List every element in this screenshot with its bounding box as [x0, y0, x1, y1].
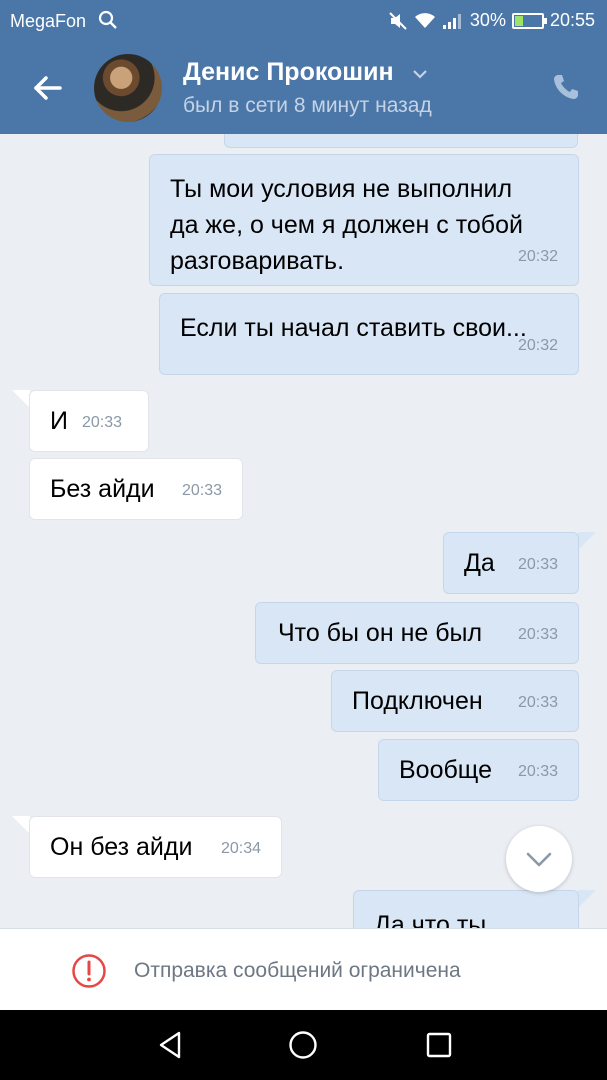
- message-bubble-outgoing[interactable]: Ты мои условия не выполнил да же, о чем …: [149, 154, 579, 286]
- bubble-tail: [12, 816, 30, 834]
- chat-header: Денис Прокошин был в сети 8 минут назад: [0, 42, 607, 134]
- status-bar: MegaFon 30% 20:55: [0, 0, 607, 42]
- system-nav-bar: [0, 1010, 607, 1080]
- chevron-down-icon: [526, 852, 552, 867]
- message-bubble-incoming[interactable]: И 20:33: [29, 390, 149, 452]
- message-bubble-partial[interactable]: [224, 134, 578, 148]
- avatar[interactable]: [94, 54, 162, 122]
- message-text: Да: [464, 549, 495, 577]
- message-bubble-outgoing[interactable]: Вообще 20:33: [378, 739, 579, 801]
- message-text: И: [50, 407, 68, 435]
- carrier-label: MegaFon: [10, 11, 87, 31]
- message-time: 20:33: [517, 626, 558, 643]
- exclamation-circle-icon: [72, 954, 106, 988]
- battery-icon: [511, 12, 547, 29]
- message-time: 20:33: [517, 763, 558, 780]
- message-bubble-outgoing[interactable]: Если ты начал ставить свои... 20:32: [159, 293, 579, 375]
- back-triangle-icon[interactable]: [155, 1030, 185, 1060]
- bubble-tail: [578, 532, 596, 550]
- mute-icon: [389, 11, 407, 30]
- messaging-restricted-banner: Отправка сообщений ограничена: [0, 928, 607, 1010]
- message-bubble-incoming[interactable]: Он без айди 20:34: [29, 816, 282, 878]
- message-text: Без айди: [50, 475, 155, 503]
- message-time: 20:32: [517, 248, 558, 265]
- battery-percent: 30%: [469, 10, 506, 30]
- message-bubble-outgoing[interactable]: Что бы он не был 20:33: [255, 602, 579, 664]
- search-icon: [98, 10, 117, 29]
- restriction-text: Отправка сообщений ограничена: [134, 959, 461, 982]
- phone-icon[interactable]: [551, 72, 581, 102]
- message-text: Подключен: [352, 687, 483, 715]
- last-seen-status: был в сети 8 минут назад: [183, 94, 432, 117]
- home-circle-icon[interactable]: [288, 1030, 318, 1060]
- message-text: Ты мои условия не выполнил да же, о чем …: [170, 175, 523, 275]
- signal-icon: [442, 13, 461, 29]
- message-text: Если ты начал ставить свои...: [180, 314, 527, 342]
- message-time: 20:32: [517, 337, 558, 354]
- message-bubble-incoming[interactable]: Без айди 20:33: [29, 458, 243, 520]
- message-time: 20:33: [82, 414, 123, 431]
- message-time: 20:33: [181, 482, 222, 499]
- message-time: 20:33: [517, 556, 558, 573]
- arrow-left-icon[interactable]: [30, 70, 66, 106]
- wifi-icon: [414, 12, 435, 28]
- chevron-down-icon[interactable]: [410, 64, 430, 84]
- scroll-to-bottom-button[interactable]: [506, 826, 572, 892]
- contact-name[interactable]: Денис Прокошин: [183, 58, 394, 87]
- message-bubble-outgoing[interactable]: Подключен 20:33: [331, 670, 579, 732]
- message-text: Он без айди: [50, 833, 193, 861]
- message-bubble-outgoing[interactable]: Да что ты: [353, 890, 579, 928]
- message-text: Что бы он не был: [278, 619, 483, 647]
- clock: 20:55: [549, 10, 595, 30]
- message-text: Вообще: [399, 756, 492, 784]
- message-time: 20:33: [517, 694, 558, 711]
- bubble-tail: [578, 890, 596, 908]
- bubble-tail: [12, 390, 30, 408]
- message-list[interactable]: Ты мои условия не выполнил да же, о чем …: [0, 134, 607, 928]
- message-time: 20:34: [220, 840, 261, 857]
- message-text: Да что ты: [374, 911, 487, 928]
- message-bubble-outgoing[interactable]: Да 20:33: [443, 532, 579, 594]
- recents-square-icon[interactable]: [424, 1030, 454, 1060]
